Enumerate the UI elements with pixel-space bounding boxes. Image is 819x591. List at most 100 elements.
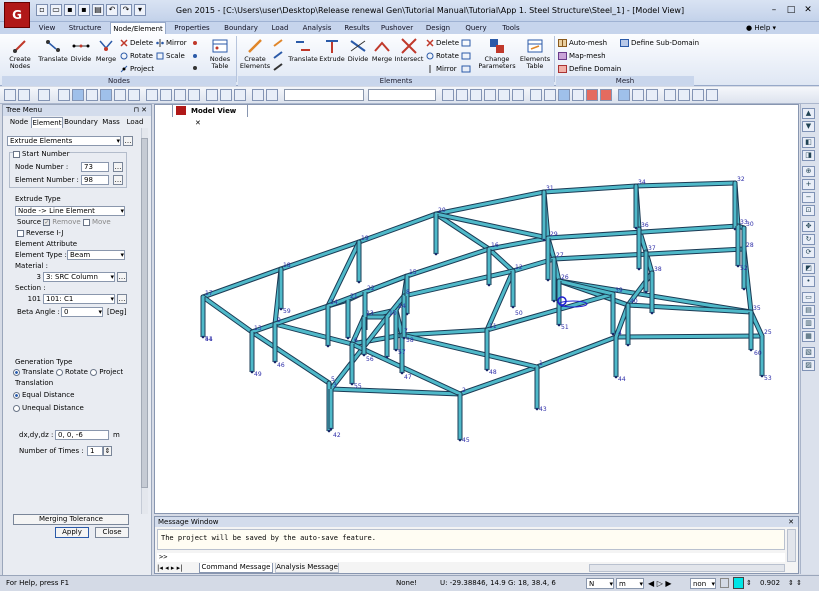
- element-type-icon[interactable]: [252, 89, 264, 101]
- top-view-icon[interactable]: [544, 89, 556, 101]
- number-of-times-input[interactable]: 1: [87, 446, 103, 456]
- tab-tools[interactable]: Tools: [496, 22, 526, 34]
- column-base-node[interactable]: [385, 355, 389, 359]
- tab-analysis-message[interactable]: Analysis Message: [275, 563, 339, 573]
- tab-query[interactable]: Query: [458, 22, 494, 34]
- rotate-view-icon[interactable]: ↻: [802, 234, 815, 245]
- select-icon[interactable]: [58, 89, 70, 101]
- help-menu[interactable]: ● Help ▾: [746, 22, 776, 34]
- column-base-node[interactable]: [644, 290, 648, 294]
- tab-command-message[interactable]: Command Message: [199, 563, 273, 573]
- redraw-icon[interactable]: [618, 89, 630, 101]
- select-plane-icon[interactable]: [114, 89, 126, 101]
- tab-properties[interactable]: Properties: [168, 22, 216, 34]
- length-unit-select[interactable]: m ▾: [616, 578, 644, 589]
- rendering-icon[interactable]: [586, 89, 598, 101]
- create-elements-button[interactable]: Create Elements: [238, 37, 272, 70]
- unequal-distance-radio[interactable]: [13, 404, 20, 412]
- beam-element[interactable]: [458, 365, 539, 396]
- tree-tab-node[interactable]: Node: [7, 117, 31, 128]
- move-checkbox[interactable]: [82, 218, 90, 226]
- node-number-icon[interactable]: [456, 89, 468, 101]
- collapse-icon[interactable]: [13, 150, 20, 158]
- select-identity-icon[interactable]: [188, 89, 200, 101]
- pan-side-icon[interactable]: ✥: [802, 221, 815, 232]
- activate-icon[interactable]: [206, 89, 218, 101]
- element-display-icon[interactable]: ▭: [802, 292, 815, 303]
- beam-element[interactable]: [434, 190, 546, 216]
- message-close-icon[interactable]: ✕: [788, 517, 794, 527]
- iso-view-icon[interactable]: [558, 89, 570, 101]
- column-base-node[interactable]: [357, 280, 361, 284]
- zoom-fit-icon[interactable]: [632, 89, 644, 101]
- tab-structure[interactable]: Structure: [64, 22, 106, 34]
- beam-element[interactable]: [487, 247, 515, 273]
- translate-elements-button[interactable]: Translate: [288, 37, 318, 63]
- message-scrollbar[interactable]: [787, 529, 796, 562]
- view-right-icon[interactable]: ◨: [802, 150, 815, 161]
- tree-menu-scroll-thumb[interactable]: [141, 138, 148, 488]
- column-base-node[interactable]: [250, 370, 254, 374]
- selection-filter-dropdown[interactable]: [284, 89, 364, 101]
- beam-element[interactable]: [405, 247, 491, 278]
- define-domain-button[interactable]: Define Domain: [558, 64, 621, 75]
- quick-access-dropdown-icon[interactable]: ▾: [134, 4, 146, 16]
- beta-angle-select[interactable]: 0 ▾: [61, 307, 103, 317]
- group-filter-dropdown[interactable]: [368, 89, 436, 101]
- status-stepper-icon[interactable]: ⇕: [746, 578, 758, 589]
- grid-icon[interactable]: [678, 89, 690, 101]
- combo-select[interactable]: non ▾: [690, 578, 716, 589]
- column-base-node[interactable]: [546, 278, 550, 282]
- render-fill-icon[interactable]: [600, 89, 612, 101]
- save-icon[interactable]: ▪: [64, 4, 76, 16]
- change-parameters-button[interactable]: Change Parameters: [478, 37, 516, 70]
- apply-button[interactable]: Apply: [55, 527, 89, 538]
- element-number-icon[interactable]: [470, 89, 482, 101]
- column-base-node[interactable]: [327, 429, 331, 433]
- select-all-icon[interactable]: [160, 89, 172, 101]
- column-base-node[interactable]: [511, 305, 515, 309]
- hidden-icon[interactable]: [484, 89, 496, 101]
- extrude-button[interactable]: Extrude: [318, 37, 346, 63]
- column-base-node[interactable]: [611, 332, 615, 336]
- load-display-icon[interactable]: ▦: [802, 331, 815, 342]
- remove-checkbox[interactable]: [43, 218, 51, 226]
- column-base-node[interactable]: [400, 371, 404, 375]
- ucs-icon[interactable]: [692, 89, 704, 101]
- query-icon[interactable]: ▨: [802, 360, 815, 371]
- beam-element[interactable]: [273, 322, 354, 346]
- tree-tab-load[interactable]: Load: [123, 117, 147, 128]
- view-bottom-icon[interactable]: ▼: [802, 121, 815, 132]
- column-base-node[interactable]: [458, 438, 462, 442]
- model-view-canvas[interactable]: 1 2 3 4 5 6 7 8 9 10 11 12 13 14 15 16 17 18 19 20 21 22 23 24 2…: [154, 104, 799, 514]
- boundary-display-icon[interactable]: ▥: [802, 318, 815, 329]
- times-stepper[interactable]: ⇕: [103, 446, 112, 456]
- rotate-nodes-button[interactable]: Rotate: [120, 51, 153, 62]
- mirror-nodes-button[interactable]: Mirror: [156, 38, 187, 49]
- divide-elements-button[interactable]: Divide: [346, 37, 370, 63]
- beam-element[interactable]: [250, 330, 331, 385]
- activate-all-icon[interactable]: [234, 89, 246, 101]
- zoom-fit-side-icon[interactable]: ⊡: [802, 205, 815, 216]
- equal-distance-radio[interactable]: [13, 391, 20, 399]
- translate-radio[interactable]: [13, 368, 20, 376]
- tree-tab-mass[interactable]: Mass: [99, 117, 123, 128]
- intersect-button[interactable]: Intersect: [394, 37, 424, 63]
- column-base-node[interactable]: [326, 344, 330, 348]
- tab-load[interactable]: Load: [266, 22, 294, 34]
- node-display-icon[interactable]: •: [802, 276, 815, 287]
- unselect-icon[interactable]: [146, 89, 158, 101]
- column-base-node[interactable]: [760, 374, 764, 378]
- beam-element[interactable]: [350, 342, 462, 396]
- column-base-node[interactable]: [201, 335, 205, 339]
- tab-pushover[interactable]: Pushover: [376, 22, 418, 34]
- create-nodes-button[interactable]: Create Nodes: [4, 37, 36, 70]
- print-icon[interactable]: ▤: [92, 4, 104, 16]
- column-base-node[interactable]: [434, 252, 438, 256]
- column-base-node[interactable]: [614, 375, 618, 379]
- redo-icon[interactable]: ↷: [120, 4, 132, 16]
- tab-analysis[interactable]: Analysis: [296, 22, 338, 34]
- nodes-table-button[interactable]: Nodes Table: [206, 37, 234, 70]
- snap-icon[interactable]: [664, 89, 676, 101]
- zoom-icon[interactable]: [38, 89, 50, 101]
